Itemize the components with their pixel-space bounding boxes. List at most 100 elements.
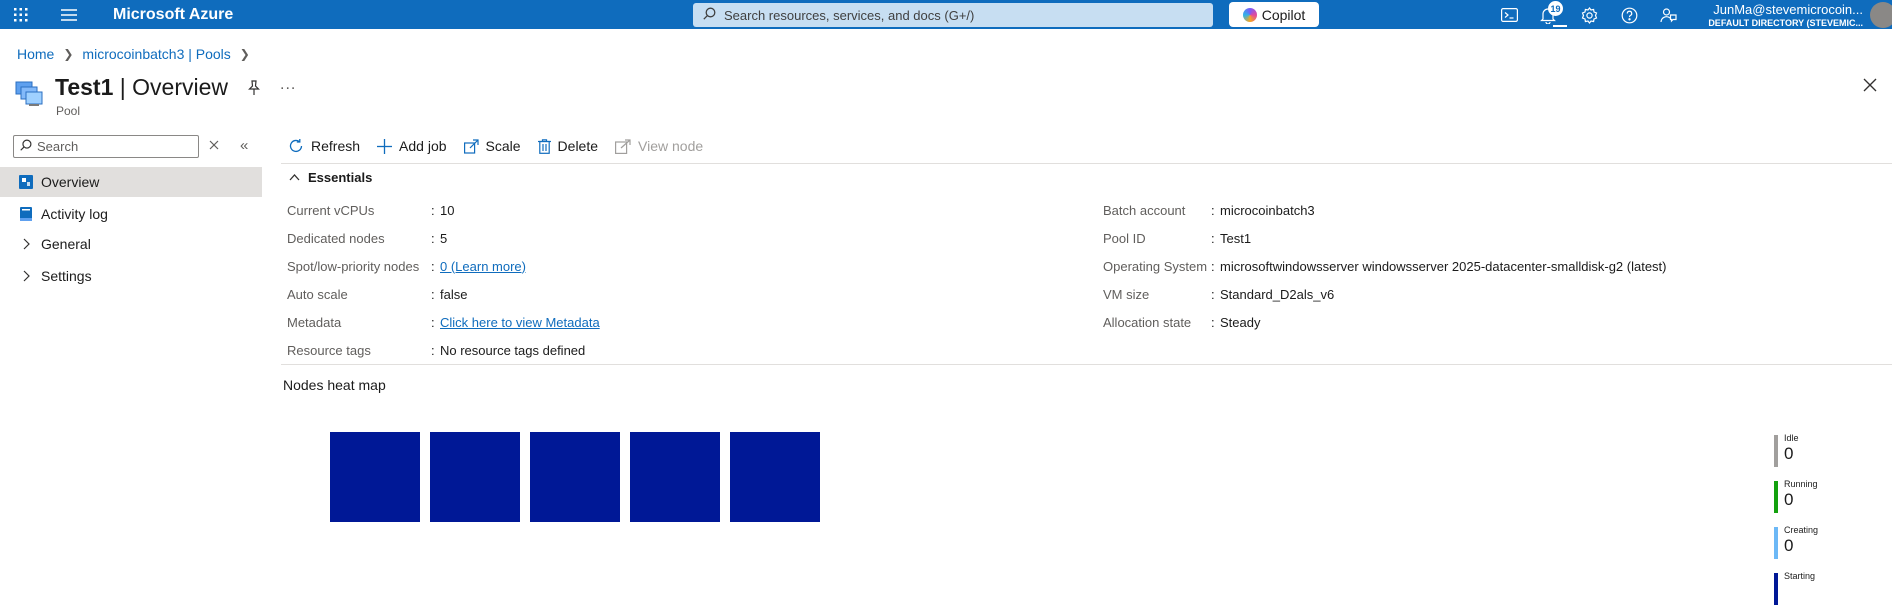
prop-key: Current vCPUs <box>287 202 375 218</box>
page-title: Test1 | Overview <box>55 74 228 101</box>
search-icon <box>703 7 716 23</box>
scale-button[interactable]: Scale <box>463 138 521 154</box>
legend-swatch <box>1774 573 1778 605</box>
heatmap-node-tile[interactable] <box>430 432 520 522</box>
command-bar: Refresh Add job Scale Delete View node <box>288 134 720 158</box>
prop-value: 5 <box>440 230 448 246</box>
top-bar: Microsoft Azure Search resources, servic… <box>0 0 1892 29</box>
prop-value: Standard_D2als_v6 <box>1220 286 1335 302</box>
add-job-button[interactable]: Add job <box>377 138 447 154</box>
add-job-label: Add job <box>399 138 447 154</box>
heatmap-node-tile[interactable] <box>630 432 720 522</box>
heatmap-node-tile[interactable] <box>730 432 820 522</box>
batch-pool-icon <box>15 78 45 108</box>
toolbar-divider <box>281 163 1892 164</box>
prop-spot-nodes: Spot/low-priority nodes:0 (Learn more) <box>287 257 526 275</box>
prop-resource-tags: Resource tags: No resource tags defined <box>287 341 585 359</box>
refresh-button[interactable]: Refresh <box>288 138 360 154</box>
prop-key: Resource tags <box>287 342 371 358</box>
sidebar-item-activity-log[interactable]: Activity log <box>0 199 262 229</box>
nav-search-input[interactable]: Search <box>13 135 199 158</box>
prop-key: VM size <box>1103 286 1150 302</box>
help-icon[interactable] <box>1617 3 1641 27</box>
prop-colon: : <box>1211 314 1215 330</box>
prop-dedicated-nodes: Dedicated nodes:5 <box>287 229 447 247</box>
prop-key: Operating System <box>1103 258 1208 274</box>
brand-title[interactable]: Microsoft Azure <box>113 0 233 29</box>
sidebar-item-general[interactable]: General <box>0 229 262 259</box>
notifications-active-indicator <box>1553 25 1567 27</box>
account-menu[interactable]: JunMa@stevemicrocoin... DEFAULT DIRECTOR… <box>1708 2 1863 28</box>
sidebar-item-label: Overview <box>41 174 100 190</box>
nav-search-placeholder: Search <box>37 139 79 154</box>
prop-key: Pool ID <box>1103 230 1146 246</box>
copilot-label: Copilot <box>1261 6 1306 23</box>
spot-nodes-learn-more-link[interactable]: 0 (Learn more) <box>440 259 526 274</box>
legend-swatch <box>1774 481 1778 513</box>
prop-value: microsoftwindowsserver windowsserver 202… <box>1220 258 1667 274</box>
prop-key: Batch account <box>1103 202 1186 218</box>
search-icon <box>20 139 32 154</box>
legend-label: Running <box>1784 479 1818 489</box>
chevron-up-icon <box>289 174 300 181</box>
prop-pool-id: Pool ID: Test1 <box>1103 229 1251 247</box>
prop-value: microcoinbatch3 <box>1220 202 1315 218</box>
pin-icon[interactable] <box>247 80 261 101</box>
close-icon[interactable] <box>1863 78 1877 97</box>
essentials-heading: Essentials <box>308 170 373 185</box>
global-search-input[interactable]: Search resources, services, and docs (G+… <box>693 3 1213 27</box>
heatmap-node-tile[interactable] <box>330 432 420 522</box>
delete-label: Delete <box>557 138 599 154</box>
heatmap-node-tile[interactable] <box>530 432 620 522</box>
avatar[interactable] <box>1870 2 1892 28</box>
prop-colon: : <box>1211 230 1215 246</box>
prop-colon: : <box>1211 258 1215 274</box>
prop-colon: : <box>431 342 435 358</box>
prop-colon: : <box>1211 202 1215 218</box>
chevron-right-icon <box>19 269 33 283</box>
prop-operating-system: Operating System: microsoftwindowsserver … <box>1103 257 1667 275</box>
sidebar-item-label: General <box>41 236 91 252</box>
collapse-nav-icon[interactable]: « <box>240 137 248 154</box>
legend-count: 0 <box>1784 444 1794 463</box>
legend-label: Idle <box>1784 433 1799 443</box>
refresh-label: Refresh <box>311 138 361 154</box>
essentials-toggle[interactable]: Essentials <box>289 170 372 185</box>
prop-value: Steady <box>1220 314 1261 330</box>
overview-icon <box>19 175 33 189</box>
prop-value: false <box>440 286 468 302</box>
sidebar-item-overview[interactable]: Overview <box>0 167 262 197</box>
sidebar-item-label: Settings <box>41 268 92 284</box>
prop-colon: : <box>431 202 435 218</box>
feedback-icon[interactable] <box>1656 3 1680 27</box>
prop-colon: : <box>1211 286 1215 302</box>
breadcrumb-home-link[interactable]: Home <box>17 46 54 62</box>
hamburger-menu-icon[interactable] <box>54 0 84 29</box>
prop-key: Metadata <box>287 314 342 330</box>
view-node-button[interactable]: View node <box>615 138 703 154</box>
clear-search-icon[interactable] <box>209 137 219 155</box>
chevron-right-icon: ❯ <box>239 47 250 61</box>
settings-gear-icon[interactable] <box>1577 3 1601 27</box>
view-metadata-link[interactable]: Click here to view Metadata <box>440 315 600 330</box>
prop-colon: : <box>431 314 435 330</box>
prop-value: Test1 <box>1220 230 1252 246</box>
prop-value: 10 <box>440 202 455 218</box>
prop-colon: : <box>431 230 435 246</box>
essentials-divider <box>281 364 1892 365</box>
legend-label: Creating <box>1784 525 1819 535</box>
global-search-placeholder: Search resources, services, and docs (G+… <box>724 7 975 23</box>
app-launcher-icon[interactable] <box>6 0 36 29</box>
page-subtitle: Pool <box>56 104 81 118</box>
prop-vm-size: VM size: Standard_D2als_v6 <box>1103 285 1334 303</box>
copilot-button[interactable]: Copilot <box>1229 2 1319 27</box>
cloud-shell-icon[interactable] <box>1497 3 1521 27</box>
sidebar-item-label: Activity log <box>41 206 108 222</box>
delete-button[interactable]: Delete <box>537 138 599 154</box>
sidebar-item-settings[interactable]: Settings <box>0 261 262 291</box>
prop-colon: : <box>431 258 435 274</box>
prop-value: No resource tags defined <box>440 342 586 358</box>
breadcrumb-parent-link[interactable]: microcoinbatch3 | Pools <box>82 46 230 62</box>
more-options-button[interactable]: ... <box>280 76 296 94</box>
heatmap-title: Nodes heat map <box>283 377 386 393</box>
